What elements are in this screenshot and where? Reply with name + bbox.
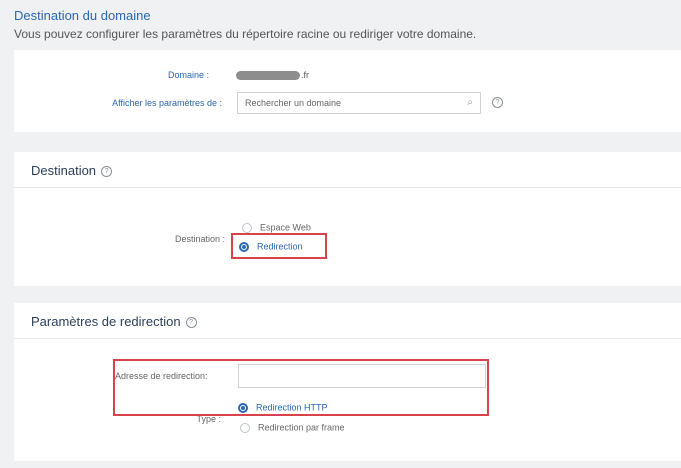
help-icon[interactable]: ? <box>492 97 503 108</box>
radio-icon[interactable] <box>240 422 250 433</box>
domain-suffix: .fr <box>301 70 309 80</box>
help-icon[interactable]: ? <box>185 317 197 329</box>
redirect-type-frame[interactable]: Redirection par frame <box>240 422 345 433</box>
destination-field-label: Destination : <box>174 234 225 244</box>
page-description: Vous pouvez configurer les paramètres du… <box>14 27 477 41</box>
radio-icon[interactable] <box>242 222 252 233</box>
redirect-panel-header: Paramètres de redirection? <box>14 303 681 339</box>
show-settings-label: Afficher les paramètres de : <box>112 98 222 108</box>
destination-panel: Destination? Destination : Espace Web Re… <box>14 152 681 286</box>
masked-domain-name <box>236 71 300 80</box>
search-icon[interactable]: ⌕ <box>467 97 473 108</box>
domain-label: Domaine : <box>167 70 209 80</box>
domain-panel: Domaine : .fr Afficher les paramètres de… <box>14 50 681 132</box>
page-title: Destination du domaine <box>14 8 151 23</box>
highlight-box <box>231 233 327 259</box>
destination-panel-header: Destination? <box>14 152 681 188</box>
highlight-box <box>113 359 489 416</box>
redirect-settings-panel: Paramètres de redirection? Adresse de re… <box>14 303 681 461</box>
domain-search-input[interactable] <box>245 96 455 110</box>
redirect-panel-title: Paramètres de redirection? <box>31 314 197 329</box>
destination-option-web-space[interactable]: Espace Web <box>242 222 311 233</box>
domain-search-box[interactable]: ⌕ <box>237 92 481 114</box>
destination-panel-title: Destination? <box>31 163 113 178</box>
help-icon[interactable]: ? <box>101 166 113 178</box>
